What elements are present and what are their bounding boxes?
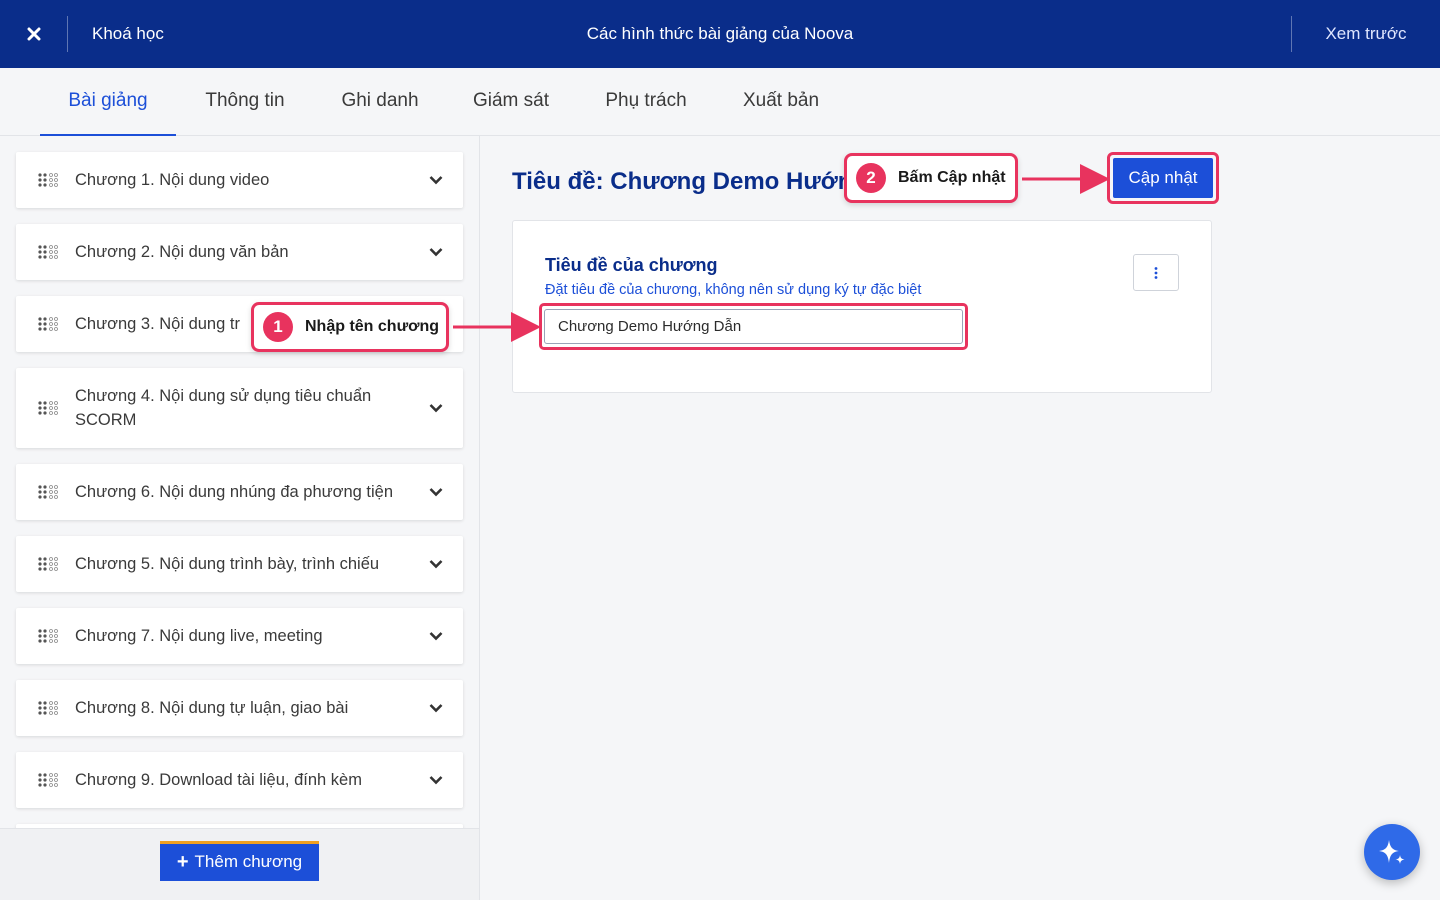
- tab-giam-sat[interactable]: Giám sát: [456, 68, 566, 136]
- chapter-title-input[interactable]: [544, 309, 963, 344]
- tab-thong-tin[interactable]: Thông tin: [186, 68, 304, 136]
- drag-handle-icon[interactable]: [38, 317, 60, 331]
- chapter-item[interactable]: Chương 9. Download tài liệu, đính kèm: [16, 752, 463, 808]
- chapter-label: Chương 9. Download tài liệu, đính kèm: [75, 771, 362, 789]
- course-link[interactable]: Khoá học: [92, 0, 164, 68]
- tab-bar: Bài giảng Thông tin Ghi danh Giám sát Ph…: [0, 68, 1440, 136]
- sparkle-icon: [1379, 840, 1405, 864]
- drag-handle-icon[interactable]: [38, 629, 60, 643]
- chapter-item[interactable]: Chương 4. Nội dung sử dụng tiêu chuẩn SC…: [16, 368, 463, 448]
- close-button[interactable]: [0, 0, 68, 68]
- add-chapter-button[interactable]: + Thêm chương: [160, 841, 319, 881]
- drag-handle-icon[interactable]: [38, 245, 60, 259]
- top-bar: Khoá học Các hình thức bài giảng của Noo…: [0, 0, 1440, 68]
- divider: [67, 16, 68, 52]
- update-button[interactable]: Cập nhật: [1113, 158, 1213, 198]
- more-options-button[interactable]: [1133, 254, 1179, 291]
- chapter-item[interactable]: Chương 2. Nội dung văn bản: [16, 224, 463, 280]
- tab-bai-giang[interactable]: Bài giảng: [40, 68, 176, 136]
- chevron-down-icon[interactable]: [429, 403, 443, 413]
- drag-handle-icon[interactable]: [38, 485, 60, 499]
- chapter-label: Chương 8. Nội dung tự luận, giao bài: [75, 699, 349, 717]
- chapter-label: Chương 6. Nội dung nhúng đa phương tiện: [75, 483, 394, 501]
- chapter-item[interactable]: Chương 6. Nội dung nhúng đa phương tiện: [16, 464, 463, 520]
- page-title: Các hình thức bài giảng của Noova: [586, 24, 854, 43]
- tab-phu-trach[interactable]: Phụ trách: [586, 68, 706, 136]
- chevron-down-icon[interactable]: [429, 487, 443, 497]
- sidebar-footer: + Thêm chương: [0, 828, 479, 900]
- callout-step-1: 1 Nhập tên chương: [251, 302, 449, 352]
- chapter-label: Chương 7. Nội dung live, meeting: [75, 627, 323, 645]
- chevron-down-icon[interactable]: [429, 703, 443, 713]
- chapter-label: Chương 2. Nội dung văn bản: [75, 243, 289, 261]
- step-number: 2: [856, 163, 886, 193]
- tab-xuat-ban[interactable]: Xuất bản: [724, 68, 838, 136]
- drag-handle-icon[interactable]: [38, 401, 60, 415]
- callout-step-2: 2 Bấm Cập nhật: [844, 153, 1018, 203]
- chapter-item[interactable]: Chương 8. Nội dung tự luận, giao bài: [16, 680, 463, 736]
- chapter-title-heading: Tiêu đề: Chương Demo Hướng Dẫn: [512, 168, 852, 195]
- plus-icon: +: [176, 850, 189, 873]
- more-vertical-icon: [1154, 266, 1158, 279]
- drag-handle-icon[interactable]: [38, 173, 60, 187]
- field-hint: Đặt tiêu đề của chương, không nên sử dụn…: [545, 282, 922, 298]
- chapter-item[interactable]: Chương 7. Nội dung live, meeting: [16, 608, 463, 664]
- chapter-label: Chương 5. Nội dung trình bày, trình chiế…: [75, 555, 380, 573]
- arrow-right-icon: [1022, 164, 1110, 194]
- drag-handle-icon[interactable]: [38, 557, 60, 571]
- chapter-item[interactable]: Chương 5. Nội dung trình bày, trình chiế…: [16, 536, 463, 592]
- chevron-down-icon[interactable]: [429, 631, 443, 641]
- field-heading: Tiêu đề của chương: [545, 255, 718, 275]
- drag-handle-icon[interactable]: [38, 773, 60, 787]
- drag-handle-icon[interactable]: [38, 701, 60, 715]
- chapter-label: Chương 4. Nội dung sử dụng tiêu chuẩn SC…: [75, 387, 372, 429]
- ai-assistant-button[interactable]: [1364, 824, 1420, 880]
- chevron-down-icon[interactable]: [429, 559, 443, 569]
- tab-ghi-danh[interactable]: Ghi danh: [322, 68, 438, 136]
- chevron-down-icon[interactable]: [429, 247, 443, 257]
- callout-text: Nhập tên chương: [305, 318, 440, 335]
- arrow-right-icon: [453, 312, 541, 342]
- chevron-down-icon[interactable]: [429, 175, 443, 185]
- chevron-down-icon[interactable]: [429, 775, 443, 785]
- chapter-label: Chương 1. Nội dung video: [75, 171, 270, 189]
- callout-text: Bấm Cập nhật: [898, 169, 1006, 186]
- chapter-sidebar: Chương 1. Nội dung video Chương 2. Nội d…: [0, 136, 480, 900]
- step-number: 1: [263, 312, 293, 342]
- preview-button[interactable]: Xem trước: [1292, 0, 1440, 68]
- add-chapter-label: Thêm chương: [194, 851, 303, 871]
- chapter-item[interactable]: Chương 1. Nội dung video: [16, 152, 463, 208]
- close-icon: [27, 27, 41, 41]
